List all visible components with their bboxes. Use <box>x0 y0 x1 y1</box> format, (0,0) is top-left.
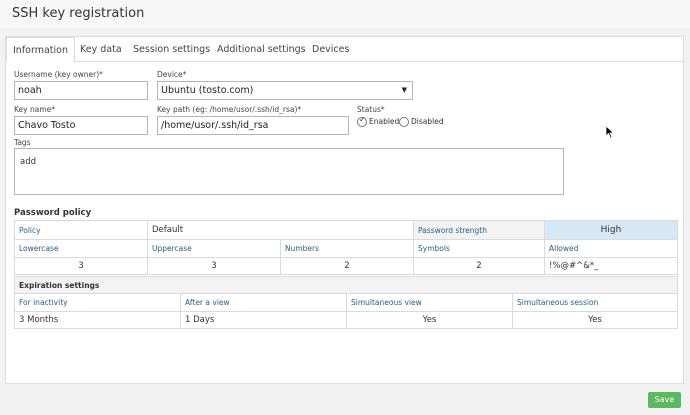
symbols-header: Symbols <box>413 239 545 258</box>
expiration-value-row: 3 Months 1 Days Yes Yes <box>14 311 679 329</box>
status-enabled-label: Enabled <box>369 117 400 126</box>
policy-value-row: 3 3 2 2 !%@#^&*_ <box>14 257 678 275</box>
title-bar: SSH key registration <box>0 0 690 28</box>
form-panel: Information Key data Session settings Ad… <box>5 36 684 384</box>
simultaneous-session-header: Simultaneous session <box>511 293 679 312</box>
save-button[interactable]: Save <box>648 392 681 408</box>
tags-textarea[interactable]: add <box>14 148 564 195</box>
dropdown-caret-icon: ▼ <box>401 86 407 94</box>
username-label: Username (key owner)* <box>14 70 103 79</box>
expiration-table: Expiration settings For inactivity After… <box>13 276 679 329</box>
check-icon: ✓ <box>359 115 366 124</box>
mouse-pointer-icon <box>605 125 615 139</box>
status-disabled-label: Disabled <box>411 117 444 126</box>
policy-row: Policy Default Password strength High <box>14 220 678 240</box>
expiration-header-row: For inactivity After a view Simultaneous… <box>14 293 679 312</box>
password-policy-table: Policy Default Password strength High Lo… <box>14 220 678 275</box>
after-view-value: 1 Days <box>180 311 347 329</box>
inactivity-header: For inactivity <box>14 293 181 312</box>
tab-key-data[interactable]: Key data <box>80 37 122 62</box>
tab-additional-settings[interactable]: Additional settings <box>217 37 306 62</box>
simultaneous-session-value: Yes <box>511 311 679 329</box>
tab-bar: Information Key data Session settings Ad… <box>6 37 683 63</box>
status-disabled-radio[interactable] <box>399 117 409 127</box>
after-view-header: After a view <box>180 293 347 312</box>
allowed-value: !%@#^&*_ <box>544 257 678 275</box>
numbers-value: 2 <box>280 257 414 275</box>
inactivity-value: 3 Months <box>14 311 181 329</box>
lowercase-value: 3 <box>14 257 148 275</box>
keyname-field[interactable]: Chavo Tosto <box>14 116 148 135</box>
device-select[interactable]: Ubuntu (tosto.com) ▼ <box>157 81 413 100</box>
password-policy-title: Password policy <box>14 208 92 218</box>
keypath-label: Key path (eg: /home/usor/.ssh/id_rsa)* <box>157 105 302 114</box>
policy-label: Policy <box>14 220 148 240</box>
simultaneous-view-value: Yes <box>346 311 513 329</box>
numbers-header: Numbers <box>280 239 414 258</box>
device-select-value: Ubuntu (tosto.com) <box>161 85 254 96</box>
allowed-header: Allowed <box>544 239 678 258</box>
uppercase-header: Uppercase <box>147 239 281 258</box>
keyname-label: Key name* <box>14 105 56 114</box>
tab-devices[interactable]: Devices <box>312 37 349 62</box>
strength-value: High <box>544 220 678 240</box>
username-field[interactable]: noah <box>14 81 148 100</box>
policy-header-row: Lowercase Uppercase Numbers Symbols Allo… <box>14 239 678 258</box>
tags-value: add <box>20 157 36 167</box>
window-title: SSH key registration <box>12 6 145 21</box>
status-label: Status* <box>357 105 385 114</box>
status-enabled-radio[interactable]: ✓ <box>357 115 367 127</box>
tags-label: Tags <box>14 138 31 147</box>
keypath-field[interactable]: /home/usor/.ssh/id_rsa <box>157 116 349 135</box>
tab-session-settings[interactable]: Session settings <box>133 37 210 62</box>
expiration-title: Expiration settings <box>13 276 679 294</box>
simultaneous-view-header: Simultaneous view <box>346 293 513 312</box>
lowercase-header: Lowercase <box>14 239 148 258</box>
device-label: Device* <box>157 70 187 79</box>
strength-label: Password strength <box>413 220 545 240</box>
policy-value: Default <box>147 220 414 240</box>
expiration-title-row: Expiration settings <box>13 276 679 294</box>
tab-information[interactable]: Information <box>6 37 75 63</box>
symbols-value: 2 <box>413 257 545 275</box>
uppercase-value: 3 <box>147 257 281 275</box>
